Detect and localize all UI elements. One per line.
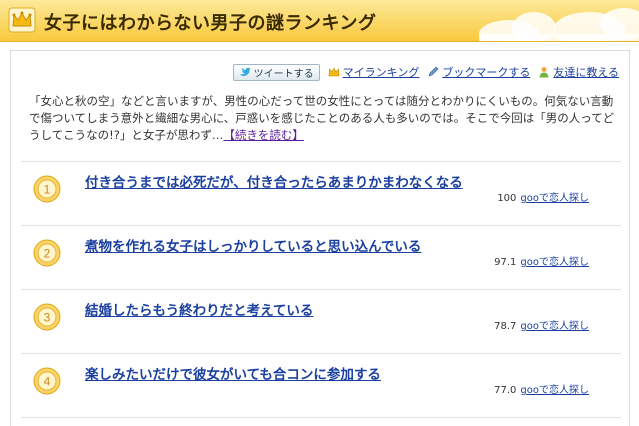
clouds-decoration: [479, 8, 639, 41]
my-ranking-link[interactable]: マイランキング: [328, 64, 420, 80]
divider: [21, 225, 621, 226]
person-icon: [539, 67, 549, 78]
goo-partner-link[interactable]: gooで恋人探し: [520, 257, 589, 268]
rank-3-medal-icon: 3: [33, 303, 61, 331]
tweet-label: ツイートする: [253, 68, 314, 80]
crown-icon: [8, 7, 36, 33]
bookmark-link[interactable]: ブックマークする: [427, 64, 530, 80]
my-ranking-label: マイランキング: [342, 66, 420, 79]
rank-score: 100: [497, 193, 517, 204]
twitter-icon: [239, 67, 251, 76]
divider: [21, 161, 621, 162]
rank-4-medal-icon: 4: [33, 367, 61, 395]
pencil-icon: [428, 66, 439, 77]
rank-score: 78.7: [494, 321, 517, 332]
tweet-button[interactable]: ツイートする: [232, 63, 320, 81]
bookmark-label: ブックマークする: [442, 66, 531, 79]
rank-meta: 97.1 gooで恋人探し: [494, 253, 589, 268]
svg-text:2: 2: [44, 247, 51, 261]
goo-partner-link[interactable]: gooで恋人探し: [520, 321, 589, 332]
crown-small-icon: [328, 67, 339, 77]
intro-body: 「女心と秋の空」などと言いますが、男性の心だって世の女性にとっては随分とわかりに…: [29, 94, 615, 142]
goo-partner-link[interactable]: gooで恋人探し: [520, 385, 589, 396]
ranking-row: 4 楽しみたいだけで彼女がいても合コンに参加する 77.0 gooで恋人探し: [21, 355, 621, 417]
ranking-panel: ツイートする マイランキング ブックマークする 友達に教える 「女心と秋の空」な…: [10, 50, 630, 426]
ranking-row: 2 煮物を作れる女子はしっかりしていると思い込んでいる 97.1 gooで恋人探し: [21, 227, 621, 289]
svg-text:1: 1: [44, 183, 51, 197]
rank-score: 97.1: [494, 257, 517, 268]
ranking-row: 3 結婚したらもう終わりだと考えている 78.7 gooで恋人探し: [21, 291, 621, 353]
rank-2-medal-icon: 2: [33, 239, 61, 267]
divider: [21, 417, 621, 418]
rank-meta: 100 gooで恋人探し: [497, 189, 589, 204]
share-toolbar: ツイートする マイランキング ブックマークする 友達に教える: [232, 63, 619, 81]
divider: [21, 353, 621, 354]
intro-text: 「女心と秋の空」などと言いますが、男性の心だって世の女性にとっては随分とわかりに…: [29, 93, 619, 144]
rank-title-link[interactable]: 付き合うまでは必死だが、付き合ったらあまりかまわなくなる: [85, 171, 463, 191]
rank-score: 77.0: [494, 385, 517, 396]
read-more-link[interactable]: 【続きを読む】: [223, 128, 304, 142]
page-header: 女子にはわからない男子の謎ランキング: [0, 0, 639, 42]
goo-partner-link[interactable]: gooで恋人探し: [520, 193, 589, 204]
rank-meta: 77.0 gooで恋人探し: [494, 381, 589, 396]
rank-1-medal-icon: 1: [33, 175, 61, 203]
page-title: 女子にはわからない男子の謎ランキング: [44, 13, 377, 34]
svg-text:3: 3: [44, 311, 51, 325]
divider: [21, 289, 621, 290]
ranking-row: 1 付き合うまでは必死だが、付き合ったらあまりかまわなくなる 100 gooで恋人…: [21, 163, 621, 225]
svg-text:4: 4: [44, 375, 51, 389]
rank-title-link[interactable]: 煮物を作れる女子はしっかりしていると思い込んでいる: [85, 235, 421, 255]
rank-title-link[interactable]: 結婚したらもう終わりだと考えている: [85, 299, 313, 319]
tell-friend-label: 友達に教える: [553, 66, 619, 79]
rank-title-link[interactable]: 楽しみたいだけで彼女がいても合コンに参加する: [85, 363, 381, 383]
rank-meta: 78.7 gooで恋人探し: [494, 317, 589, 332]
tell-friend-link[interactable]: 友達に教える: [538, 64, 619, 80]
